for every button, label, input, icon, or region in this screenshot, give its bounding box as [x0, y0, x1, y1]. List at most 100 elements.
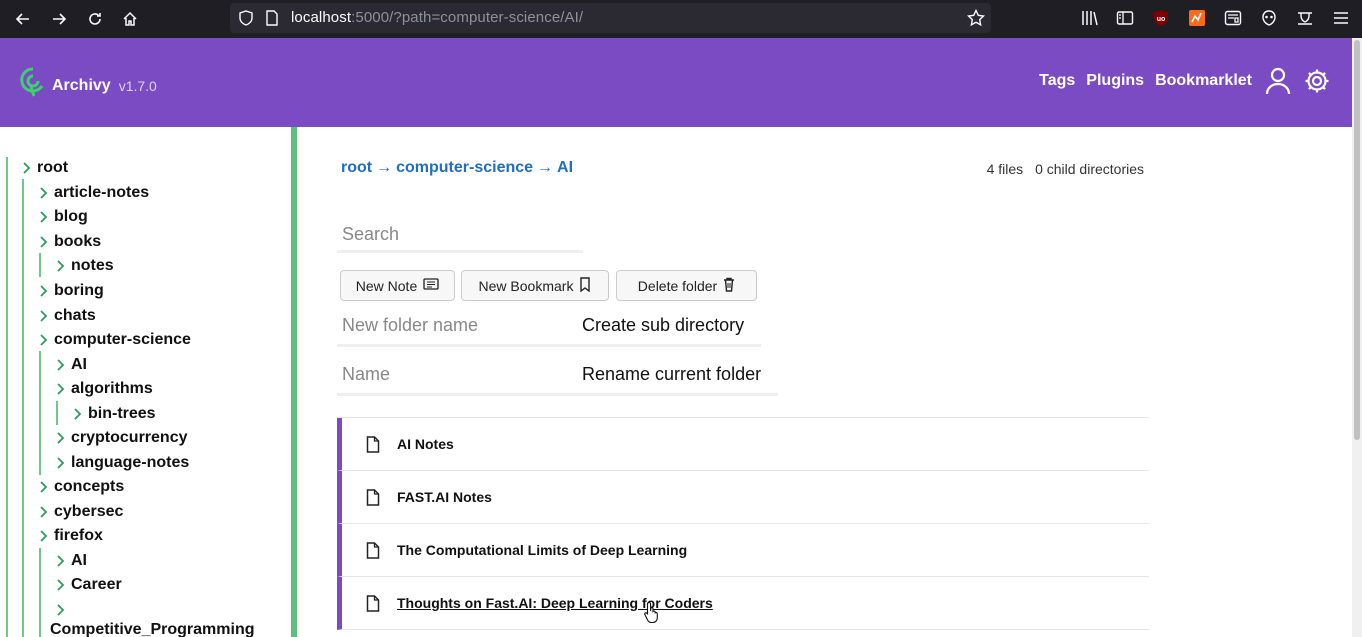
search-input[interactable] [337, 219, 583, 253]
tree-item-label: firefox [54, 527, 103, 544]
translate-extension-icon[interactable] [1294, 7, 1316, 29]
chevron-right-icon [70, 406, 86, 422]
create-subdirectory-form: Create sub directory [337, 307, 761, 347]
file-title[interactable]: FAST.AI Notes [397, 489, 492, 505]
file-row[interactable]: FAST.AI Notes [337, 471, 1149, 524]
forward-icon[interactable] [47, 7, 71, 31]
user-profile-icon[interactable] [1265, 67, 1291, 95]
url-bar[interactable]: localhost:5000/?path=computer-science/AI… [230, 3, 991, 33]
tree-item-ai[interactable]: AI [53, 353, 87, 377]
archivy-logo-icon [20, 67, 46, 104]
tree-item-firefox[interactable]: firefox [36, 524, 103, 548]
new-note-label: New Note [355, 277, 418, 294]
tree-guide-line [22, 179, 24, 637]
breadcrumb-computer-science[interactable]: computer-science [396, 159, 533, 176]
chevron-right-icon [53, 553, 69, 569]
chevron-right-icon [53, 357, 69, 373]
settings-gear-icon[interactable] [1304, 68, 1330, 94]
tree-item-root[interactable]: root [19, 156, 68, 180]
tree-item-label: computer-science [54, 331, 191, 348]
chevron-right-icon [36, 283, 52, 299]
nav-bookmarklet[interactable]: Bookmarklet [1155, 72, 1252, 90]
page-scrollbar-thumb[interactable] [1354, 40, 1360, 440]
shield-icon[interactable] [238, 10, 254, 31]
breadcrumb-root[interactable]: root [341, 159, 372, 176]
tree-item-label: chats [54, 307, 96, 324]
app-name: Archivy [52, 76, 111, 94]
file-row[interactable]: The Computational Limits of Deep Learnin… [337, 524, 1149, 577]
file-title[interactable]: The Computational Limits of Deep Learnin… [397, 542, 687, 558]
tree-item-label: bin-trees [88, 405, 156, 422]
tree-item-books[interactable]: books [36, 230, 101, 254]
tree-item-label: notes [71, 257, 114, 274]
file-icon [366, 541, 382, 559]
tree-item-computer-science[interactable]: computer-science [36, 328, 191, 352]
rename-folder-button[interactable]: Rename current folder [582, 364, 761, 385]
tree-item-label: AI [71, 356, 87, 373]
breadcrumb-separator: → [376, 159, 393, 176]
tree-item-label: cryptocurrency [71, 429, 188, 446]
chevron-right-icon [53, 430, 69, 446]
chevron-right-icon [53, 602, 69, 618]
file-title[interactable]: Thoughts on Fast.AI: Deep Learning for C… [397, 595, 713, 611]
file-icon [366, 488, 382, 506]
header-nav: Tags Plugins Bookmarklet [1028, 67, 1330, 95]
nav-tags[interactable]: Tags [1039, 72, 1075, 90]
breadcrumb-separator: → [537, 159, 554, 176]
tree-item-label: article-notes [54, 184, 150, 201]
orange-extension-icon[interactable] [1186, 7, 1208, 29]
tree-item-chats[interactable]: chats [36, 304, 96, 328]
chevron-right-icon [36, 528, 52, 544]
file-row[interactable]: Thoughts on Fast.AI: Deep Learning for C… [337, 577, 1149, 630]
new-folder-name-input[interactable] [337, 315, 582, 336]
url-text[interactable]: localhost:5000/?path=computer-science/AI… [291, 9, 583, 26]
trash-icon [723, 277, 735, 295]
library-icon[interactable] [1079, 7, 1101, 29]
tree-item-language-notes[interactable]: language-notes [53, 451, 189, 475]
new-note-button[interactable]: New Note [340, 270, 455, 301]
create-subdirectory-button[interactable]: Create sub directory [582, 315, 744, 336]
tree-item-label: algorithms [71, 380, 153, 397]
tree-item-label: cybersec [54, 503, 124, 520]
tree-item-algorithms[interactable]: algorithms [53, 377, 153, 401]
chevron-right-icon [36, 185, 52, 201]
breadcrumb-ai[interactable]: AI [557, 159, 573, 176]
tree-item-boring[interactable]: boring [36, 279, 104, 303]
file-title[interactable]: AI Notes [397, 436, 454, 452]
tree-item-notes[interactable]: notes [53, 254, 114, 278]
brand[interactable]: Archivy v1.7.0 [20, 67, 157, 104]
delete-folder-button[interactable]: Delete folder [616, 270, 757, 301]
hamburger-menu-icon[interactable] [1330, 7, 1352, 29]
tree-item-firefox-ai[interactable]: AI [53, 549, 87, 573]
bookmark-icon [579, 276, 591, 295]
tree-guide-line [39, 351, 41, 475]
tree-item-cybersec[interactable]: cybersec [36, 500, 123, 524]
nav-plugins[interactable]: Plugins [1086, 72, 1144, 90]
tree-item-competitive-programming[interactable]: Competitive_Programming [50, 618, 254, 637]
ublock-extension-icon[interactable]: uo [1150, 7, 1172, 29]
tree-item-concepts[interactable]: concepts [36, 475, 124, 499]
tree-item-cryptocurrency[interactable]: cryptocurrency [53, 426, 188, 450]
tree-item-label: Career [71, 576, 122, 593]
new-bookmark-button[interactable]: New Bookmark [461, 270, 609, 301]
rename-folder-input[interactable] [337, 364, 582, 385]
chevron-right-icon [53, 455, 69, 471]
tree-item-article-notes[interactable]: article-notes [36, 181, 149, 205]
tree-item-blog[interactable]: blog [36, 205, 88, 229]
main-content: root → computer-science → AI 4 files 0 child… [297, 127, 1352, 637]
tree-item-bin-trees[interactable]: bin-trees [70, 402, 156, 426]
chevron-right-icon [19, 160, 35, 176]
tree-item-career[interactable]: Career [53, 573, 122, 597]
alien-extension-icon[interactable] [1258, 7, 1280, 29]
sidebar-toggle-icon[interactable] [1114, 7, 1136, 29]
reader-extension-icon[interactable] [1222, 7, 1244, 29]
bookmark-star-icon[interactable] [966, 8, 986, 32]
page-info-icon[interactable] [265, 10, 279, 31]
reload-icon[interactable] [83, 7, 107, 31]
chevron-right-icon [36, 234, 52, 250]
app-version: v1.7.0 [118, 77, 157, 94]
note-icon [423, 277, 439, 294]
back-icon[interactable] [11, 7, 35, 31]
home-icon[interactable] [118, 7, 142, 31]
file-row[interactable]: AI Notes [337, 418, 1149, 471]
